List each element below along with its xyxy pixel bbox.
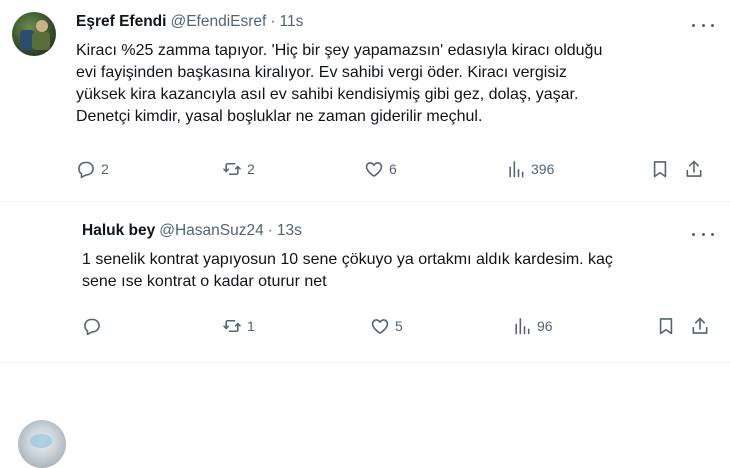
author-name[interactable]: Haluk bey <box>82 222 155 240</box>
speech-bubble-icon <box>78 161 94 179</box>
like-button[interactable]: 5 <box>370 314 403 338</box>
avatar[interactable] <box>18 420 66 468</box>
reply-button[interactable]: 2 <box>76 157 109 181</box>
timestamp[interactable]: 13s <box>277 222 302 240</box>
views-button[interactable]: 96 <box>512 314 553 338</box>
tweet-actions: 2 2 6 396 <box>76 157 716 181</box>
like-button[interactable]: 6 <box>364 157 397 181</box>
bookmark-icon <box>659 318 673 335</box>
bar-chart-icon <box>515 318 530 335</box>
tweet-header: Haluk bey @HasanSuz24 · 13s <box>82 222 302 240</box>
repost-arrows-icon <box>223 162 241 176</box>
repost-count: 2 <box>247 161 255 177</box>
tweet-header: Eşref Efendi @EfendiEsref · 11s <box>76 13 303 31</box>
bar-chart-icon <box>509 161 524 178</box>
repost-count: 1 <box>247 318 255 334</box>
separator-dot: · <box>267 222 273 239</box>
views-count: 96 <box>537 318 553 334</box>
repost-button[interactable]: 1 <box>222 314 255 338</box>
tweet-text: 1 senelik kontrat yapıyosun 10 sene çöku… <box>82 251 613 290</box>
three-dots-icon <box>692 23 695 27</box>
bookmark-icon <box>653 161 667 178</box>
share-upload-icon <box>692 317 708 334</box>
timestamp[interactable]: 11s <box>280 13 304 31</box>
author-handle[interactable]: @EfendiEsref <box>170 13 266 31</box>
bookmark-button[interactable] <box>650 157 670 181</box>
like-count: 5 <box>395 318 403 334</box>
share-button[interactable] <box>690 314 710 338</box>
share-upload-icon <box>686 160 702 177</box>
reply-button[interactable] <box>82 314 107 338</box>
heart-icon <box>371 319 389 334</box>
views-count: 396 <box>531 161 555 177</box>
reply-count: 2 <box>101 161 109 177</box>
heart-icon <box>365 162 383 177</box>
author-name[interactable]: Eşref Efendi <box>76 13 166 31</box>
share-button[interactable] <box>684 157 704 181</box>
tweet-text: Kiracı %25 zamma tapıyor. 'Hiç bir şey y… <box>76 42 603 125</box>
speech-bubble-icon <box>84 318 100 336</box>
separator-dot: · <box>270 13 276 30</box>
avatar[interactable] <box>12 12 56 56</box>
more-options-button[interactable] <box>692 225 714 243</box>
tweet-divider <box>0 362 730 363</box>
three-dots-icon <box>692 232 695 236</box>
tweet-1[interactable]: Eşref Efendi @EfendiEsref · 11s Kiracı %… <box>0 0 730 200</box>
bookmark-button[interactable] <box>656 314 676 338</box>
views-button[interactable]: 396 <box>506 157 554 181</box>
repost-arrows-icon <box>223 319 241 333</box>
tweet-actions: 1 5 96 <box>82 314 716 338</box>
repost-button[interactable]: 2 <box>222 157 255 181</box>
like-count: 6 <box>389 161 397 177</box>
author-handle[interactable]: @HasanSuz24 <box>159 222 264 240</box>
tweet-2[interactable]: Haluk bey @HasanSuz24 · 13s 1 senelik ko… <box>0 202 730 468</box>
more-options-button[interactable] <box>692 16 714 34</box>
